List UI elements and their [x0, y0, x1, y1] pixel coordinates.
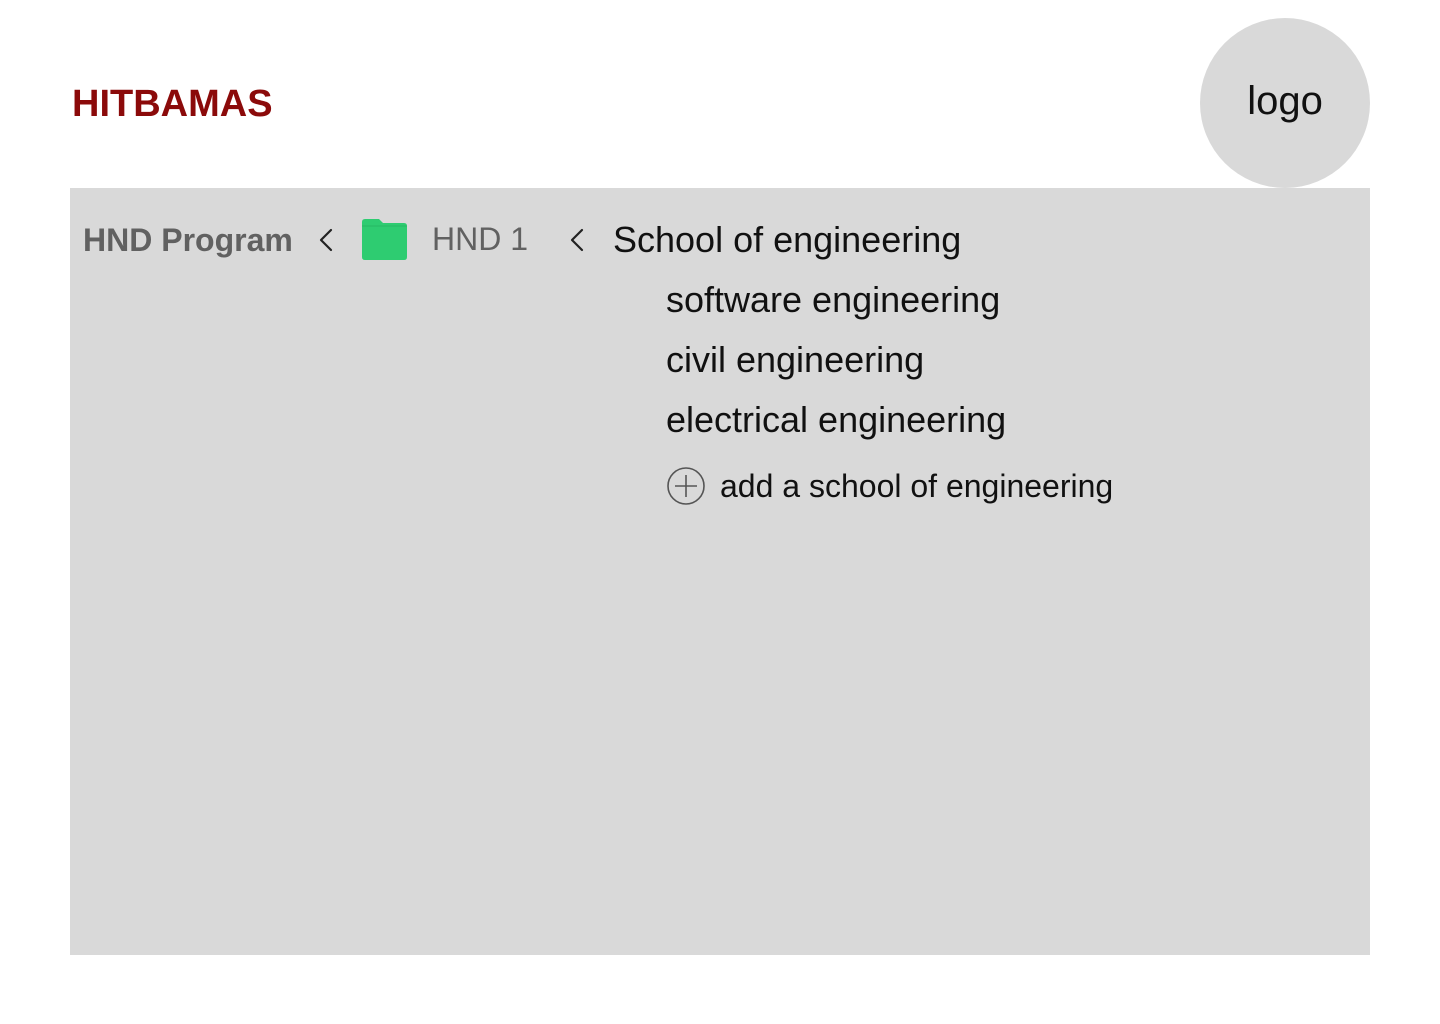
content-panel: HND Program HND 1 School of engineering …	[70, 188, 1370, 955]
chevron-left-icon	[567, 225, 587, 255]
breadcrumb-hnd-1[interactable]: HND 1	[432, 219, 528, 259]
app-title: HITBAMAS	[72, 83, 273, 125]
chevron-left-icon	[316, 225, 336, 255]
plus-circle-icon	[666, 466, 706, 506]
add-school-label: add a school of engineering	[720, 467, 1114, 504]
list-item-electrical-engineering[interactable]: electrical engineering	[666, 400, 1006, 440]
logo-text: logo	[1247, 78, 1323, 123]
list-item-civil-engineering[interactable]: civil engineering	[666, 340, 1006, 380]
folder-icon	[360, 218, 408, 260]
add-school-button[interactable]: add a school of engineering	[666, 466, 1113, 506]
logo: logo	[1200, 18, 1370, 188]
breadcrumb-school-of-engineering[interactable]: School of engineering	[613, 220, 961, 260]
list-item-software-engineering[interactable]: software engineering	[666, 280, 1006, 320]
school-list: software engineering civil engineering e…	[666, 280, 1006, 460]
breadcrumb-hnd-program[interactable]: HND Program	[83, 220, 293, 260]
page: HITBAMAS logo HND Program HND 1 School o…	[0, 0, 1440, 1024]
